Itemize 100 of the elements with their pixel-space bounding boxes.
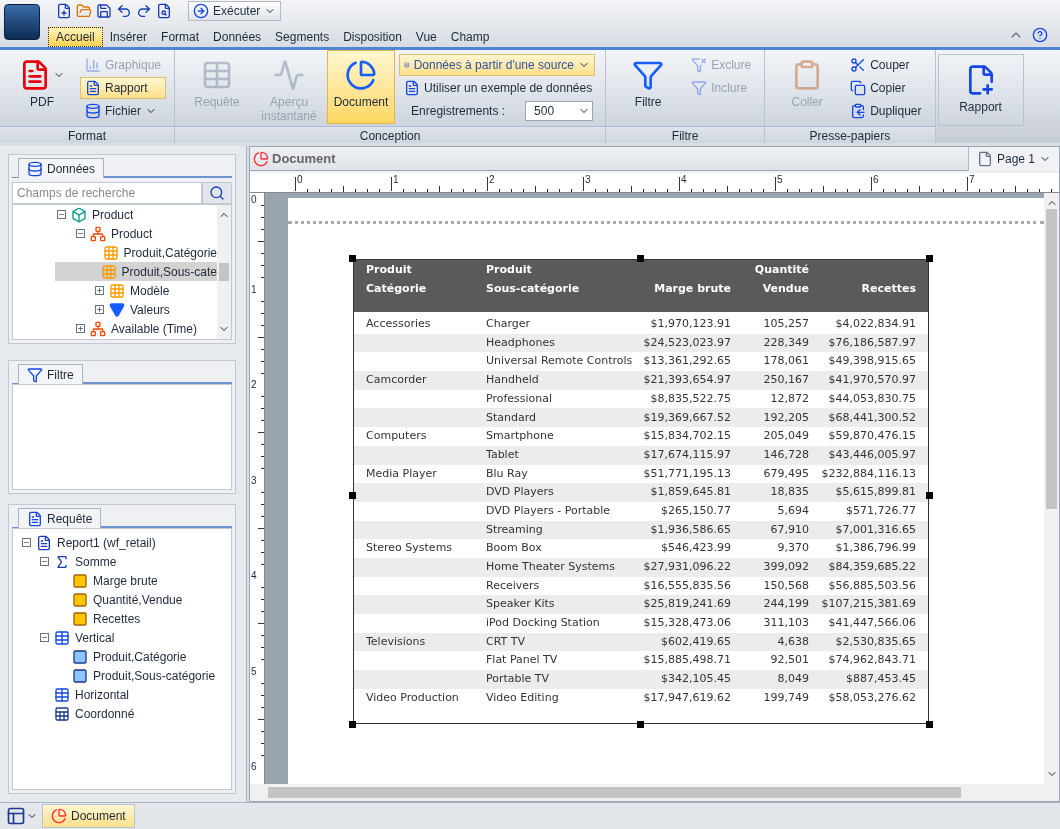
vertical-scrollbar[interactable] — [1044, 193, 1059, 784]
square-icon — [72, 667, 88, 684]
table-cell: Home Theater Systems — [486, 560, 616, 574]
selection-handle[interactable] — [926, 721, 933, 729]
menu-tab[interactable]: Format — [154, 27, 207, 47]
document-tab[interactable]: Document — [42, 804, 135, 828]
menu-tab[interactable]: Vue — [408, 27, 444, 47]
ribbon-button[interactable]: Fichier — [80, 100, 167, 122]
horizontal-scrollbar[interactable] — [250, 784, 1059, 801]
table-cell: $546,423.99 — [661, 541, 731, 555]
document-icon — [27, 510, 43, 527]
tree-item[interactable]: Marge brute — [20, 571, 231, 590]
collapse-toggle[interactable] — [57, 210, 66, 219]
collapse-toggle[interactable] — [76, 229, 85, 238]
ribbon-button[interactable]: Couper — [845, 54, 927, 76]
tree-item[interactable]: Produit,Catégorie — [20, 647, 231, 666]
document-icon — [36, 534, 52, 551]
tree-item[interactable]: Recettes — [20, 609, 231, 628]
run-button[interactable]: Exécuter — [188, 1, 282, 21]
table-cell: $15,328,473.06 — [643, 616, 731, 630]
search-field[interactable]: Champs de recherche — [12, 182, 202, 204]
tree-item[interactable]: Quantité,Vendue — [20, 590, 231, 609]
selection-handle[interactable] — [349, 721, 356, 729]
tree-item[interactable]: Somme — [20, 552, 231, 571]
tree-item[interactable]: Coordonné — [20, 704, 231, 723]
table-cell: 244,199 — [763, 597, 809, 611]
table-cell: DVD Players — [486, 485, 554, 499]
table-cell: $68,441,300.52 — [828, 410, 916, 424]
selection-handle[interactable] — [926, 492, 933, 499]
scroll-thumb[interactable] — [1046, 208, 1057, 509]
ribbon-button[interactable]: Dupliquer — [845, 100, 927, 122]
ribbon-button[interactable]: Rapport — [946, 55, 1015, 129]
table-cell: $13,361,292.65 — [643, 354, 731, 368]
selection-handle[interactable] — [637, 255, 644, 262]
tree-item[interactable]: Produit,Sous-catégorie — [20, 666, 231, 685]
save-icon[interactable] — [96, 3, 112, 19]
tree-item[interactable]: Product — [55, 224, 217, 243]
expand-toggle[interactable] — [95, 305, 104, 314]
help-icon[interactable] — [1032, 27, 1048, 43]
tree-item[interactable]: Produit,Catégorie — [55, 243, 217, 262]
source-dropdown[interactable]: Données à partir d'une source — [399, 54, 596, 76]
tree-item[interactable]: Horizontal — [20, 685, 231, 704]
menu-tab[interactable]: Accueil — [48, 27, 103, 47]
tree-item[interactable]: Valeurs — [55, 300, 217, 319]
table-cell: Media Player — [366, 466, 437, 480]
scrollbar[interactable] — [217, 205, 231, 339]
scroll-thumb[interactable] — [268, 787, 961, 798]
tree-item[interactable]: Modèle — [55, 281, 217, 300]
hierarchy-icon — [90, 320, 106, 337]
table-cell: $107,215,381.69 — [821, 597, 916, 611]
menu-tab[interactable]: Disposition — [336, 27, 409, 47]
document-icon — [253, 150, 269, 167]
ruler-number: 5 — [777, 174, 783, 185]
minus-icon — [41, 558, 48, 565]
table-cell: Blu Ray — [486, 466, 528, 480]
collapse-toggle[interactable] — [22, 538, 31, 547]
ribbon-button[interactable]: PDF — [8, 50, 76, 124]
selection-handle[interactable] — [926, 255, 933, 262]
menu-tab[interactable]: Champ — [443, 27, 497, 47]
ribbon-button[interactable]: Document — [327, 50, 396, 124]
ribbon-button[interactable]: Copier — [845, 77, 927, 99]
collapse-toggle[interactable] — [40, 633, 49, 642]
tree-item[interactable]: Product — [55, 205, 217, 224]
menu-tab[interactable]: Insérer — [102, 27, 155, 47]
tree-item[interactable]: Report1 (wf_retail) — [20, 533, 231, 552]
table-cell: Computers — [366, 429, 427, 443]
redo-icon[interactable] — [136, 3, 152, 19]
ruler-number: 5 — [251, 665, 257, 677]
document-search-icon[interactable] — [156, 3, 172, 19]
records-field[interactable]: 500 — [525, 101, 594, 121]
table-cell: $1,970,123.91 — [650, 317, 731, 331]
table-cell: Headphones — [486, 335, 555, 349]
grid-icon — [100, 263, 117, 280]
search-button[interactable] — [202, 182, 232, 204]
layout-icon[interactable] — [6, 806, 26, 826]
selection-handle[interactable] — [349, 492, 356, 499]
document-icon — [85, 80, 101, 96]
ribbon-button[interactable]: Utiliser un exemple de données — [399, 77, 598, 99]
menu-tab[interactable]: Données — [206, 27, 269, 47]
page-button[interactable]: Page 1 — [967, 146, 1059, 171]
filter-icon — [632, 59, 665, 91]
menu-tab[interactable]: Segments — [268, 27, 337, 47]
selection-handle[interactable] — [637, 721, 644, 729]
group-label: Format — [68, 128, 107, 143]
new-file-icon[interactable] — [56, 3, 72, 19]
expand-toggle[interactable] — [95, 286, 104, 295]
ribbon-button[interactable]: Filtre — [614, 50, 683, 124]
undo-icon[interactable] — [116, 3, 132, 19]
tree-item[interactable]: Vertical — [20, 628, 231, 647]
tree-item[interactable]: Available (Time) — [55, 319, 217, 338]
scroll-thumb[interactable] — [219, 263, 229, 281]
collapse-toggle[interactable] — [40, 557, 49, 566]
tree-item[interactable]: Produit,Sous-cate — [55, 262, 217, 281]
selection-handle[interactable] — [349, 255, 356, 262]
table-cell: $49,398,915.65 — [828, 354, 916, 368]
app-logo[interactable] — [4, 4, 40, 40]
table-cell: 8,049 — [777, 672, 809, 686]
table-cell: Boom Box — [486, 541, 542, 555]
expand-toggle[interactable] — [76, 324, 85, 333]
ribbon-button[interactable]: Rapport — [80, 77, 167, 99]
